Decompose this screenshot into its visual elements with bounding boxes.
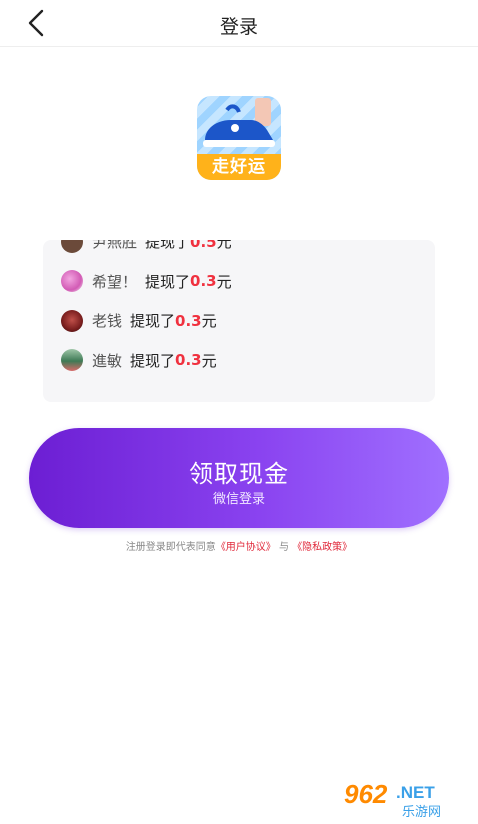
- withdraw-amount: 0.3: [175, 351, 202, 370]
- user-name: 尹燕胜: [92, 240, 138, 252]
- currency-unit: 元: [201, 312, 217, 331]
- user-agreement-link[interactable]: 《用户协议》: [216, 542, 276, 553]
- withdraw-label: 提现了: [145, 272, 191, 291]
- avatar: [61, 240, 83, 253]
- currency-unit: 元: [216, 272, 232, 291]
- svg-text:乐游网: 乐游网: [402, 805, 441, 820]
- withdrawal-ticker: 尹燕胜 提现了 0.5 元 希望！ 提现了 0.3 元 老钱 提现了 0.3 元…: [43, 240, 435, 402]
- svg-text:962: 962: [344, 779, 388, 809]
- page-title: 登录: [219, 16, 258, 38]
- wechat-login-button[interactable]: 领取现金 微信登录: [29, 428, 449, 528]
- avatar: [61, 349, 83, 372]
- app-logo: 走好运: [197, 96, 281, 180]
- withdraw-amount: 0.5: [190, 240, 217, 251]
- agreement-prefix: 注册登录即代表同意: [125, 542, 216, 553]
- withdraw-label: 提现了: [145, 240, 191, 252]
- withdraw-amount: 0.3: [175, 311, 202, 330]
- avatar: [61, 309, 83, 332]
- svg-text:.NET: .NET: [396, 783, 435, 802]
- user-name: 希望！: [92, 272, 138, 291]
- agreement-conj: 与: [279, 542, 289, 553]
- nav-bar: 登录: [0, 0, 478, 47]
- list-item: 尹燕胜 提现了 0.5 元: [43, 240, 435, 262]
- list-item: 進敏 提现了 0.3 元: [43, 341, 435, 381]
- privacy-policy-link[interactable]: 《隐私政策》: [292, 542, 352, 553]
- shoe-icon: [203, 98, 275, 147]
- cta-main-label: 领取现金: [189, 460, 289, 488]
- user-name: 老钱: [92, 312, 123, 331]
- currency-unit: 元: [216, 240, 232, 252]
- list-item: 希望！ 提现了 0.3 元: [43, 262, 435, 302]
- currency-unit: 元: [201, 351, 217, 370]
- withdraw-label: 提现了: [130, 312, 176, 331]
- cta-sub-label: 微信登录: [212, 492, 265, 507]
- list-item: 老钱 提现了 0.3 元: [43, 301, 435, 341]
- agreement-text: 注册登录即代表同意《用户协议》 与 《隐私政策》: [0, 538, 478, 553]
- avatar: [61, 270, 83, 293]
- logo-text: 走好运: [197, 154, 281, 180]
- watermark-logo: 962 .NET 乐游网: [338, 776, 472, 820]
- user-name: 進敏: [92, 351, 123, 370]
- withdraw-amount: 0.3: [190, 272, 217, 291]
- withdraw-label: 提现了: [130, 351, 176, 370]
